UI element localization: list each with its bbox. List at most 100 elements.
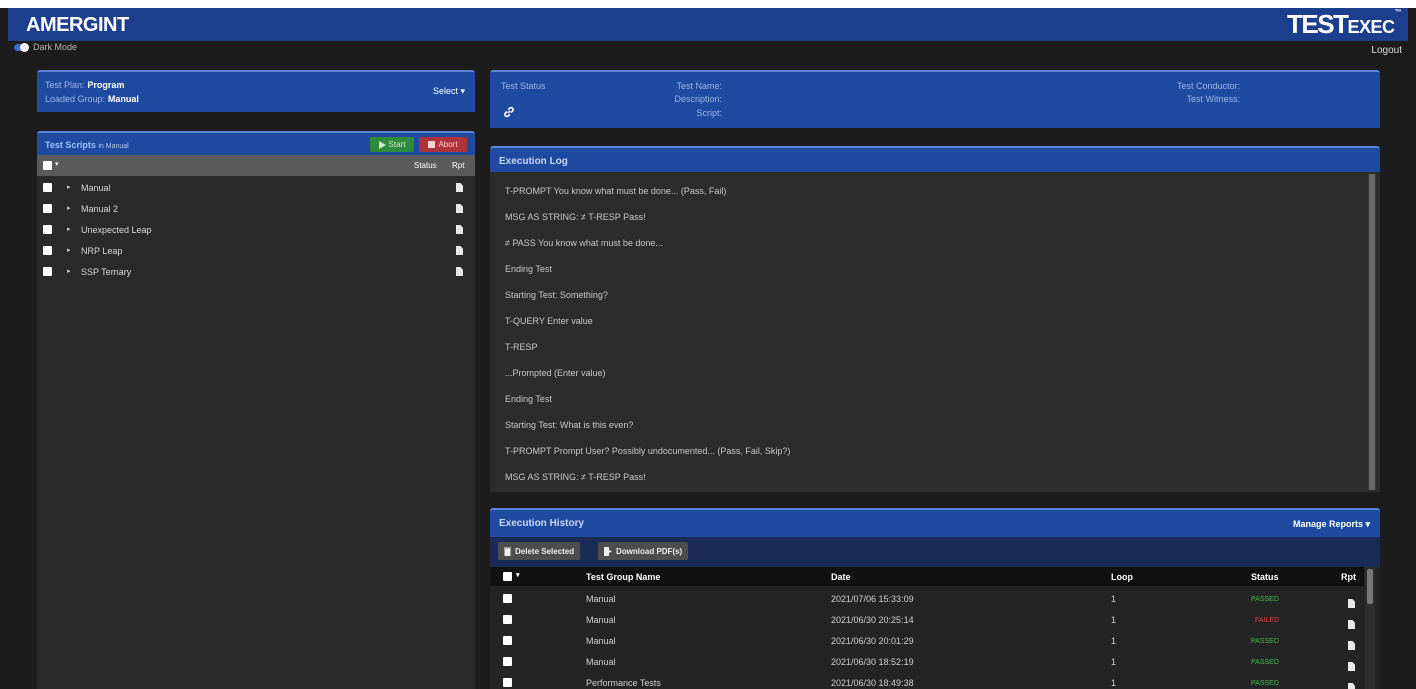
row-checkbox[interactable]: [503, 678, 512, 687]
row-checkbox[interactable]: [503, 615, 512, 624]
document-shape: [456, 225, 463, 234]
document-icon[interactable]: [456, 267, 463, 279]
caret-right-icon[interactable]: ▸: [67, 267, 71, 275]
script-checkbox[interactable]: [43, 204, 52, 213]
delete-selected-button[interactable]: Delete Selected: [498, 542, 581, 560]
history-scrollbar[interactable]: [1365, 567, 1375, 689]
document-shape: [1348, 683, 1355, 689]
rpt-column-header: Rpt: [452, 161, 465, 170]
document-shape: [1348, 641, 1355, 650]
test-witness-label: Test Witness:: [1186, 94, 1240, 104]
test-scripts-subtitle: in Manual: [98, 143, 129, 150]
log-line: T-PROMPT Prompt User? Possibly undocumen…: [505, 446, 791, 456]
testexec-logo: TESTEXEC™: [1287, 9, 1401, 40]
document-icon[interactable]: [456, 225, 463, 237]
test-scripts-header: Test Scripts in Manual Start Abort: [37, 131, 475, 155]
abort-label: Abort: [438, 140, 458, 149]
script-checkbox[interactable]: [43, 225, 52, 234]
log-line: Ending Test: [505, 264, 552, 274]
trash-icon: [504, 547, 511, 556]
test-status-title: Test Status: [501, 81, 546, 91]
start-label: Start: [388, 140, 406, 149]
row-checkbox[interactable]: [503, 594, 512, 603]
log-scrollbar-thumb[interactable]: [1369, 174, 1375, 490]
date-cell: 2021/06/30 18:49:38: [831, 678, 914, 688]
script-row[interactable]: ▸ SSP Ternary: [37, 262, 475, 283]
execution-history-header: Execution History Manage Reports ▾: [490, 508, 1380, 537]
group-cell: Manual: [586, 615, 616, 625]
table-row[interactable]: Manual 2021/06/30 20:01:29 1 PASSED: [490, 631, 1364, 652]
abort-button[interactable]: Abort: [419, 137, 467, 152]
log-line: MSG AS STRING: ≠ T-RESP Pass!: [505, 212, 646, 222]
document-shape: [1348, 620, 1355, 629]
group-cell: Manual: [586, 657, 616, 667]
caret-right-icon[interactable]: ▸: [67, 204, 71, 212]
loop-column-header: Loop: [1111, 572, 1133, 582]
script-name: SSP Ternary: [81, 267, 132, 277]
row-checkbox[interactable]: [503, 657, 512, 666]
select-all-history-checkbox[interactable]: [503, 572, 512, 581]
test-scripts-title-text: Test Scripts: [45, 140, 96, 150]
test-plan-panel: Test Plan: Program Loaded Group: Manual …: [37, 70, 475, 112]
log-line: Ending Test: [505, 394, 552, 404]
history-toolbar: Delete Selected Download PDF(s): [490, 537, 1380, 567]
execution-log-title: Execution Log: [499, 156, 568, 167]
log-line: T-RESP: [505, 342, 538, 352]
caret-right-icon[interactable]: ▸: [67, 225, 71, 233]
date-column-header: Date: [831, 572, 851, 582]
log-line: ≠ PASS You know what must be done...: [505, 238, 663, 248]
testexec-logo-exec: EXEC: [1347, 17, 1395, 37]
script-row[interactable]: ▸ Manual 2: [37, 199, 475, 220]
script-row[interactable]: ▸ Manual: [37, 178, 475, 199]
manage-reports-dropdown[interactable]: Manage Reports ▾: [1293, 519, 1370, 530]
test-scripts-title: Test Scripts in Manual: [45, 140, 129, 150]
date-cell: 2021/06/30 18:52:19: [831, 657, 914, 667]
download-pdf-button[interactable]: Download PDF(s): [598, 542, 689, 560]
script-name: Manual 2: [81, 204, 119, 214]
caret-down-icon[interactable]: ▾: [516, 571, 520, 579]
select-all-checkbox[interactable]: [43, 161, 52, 170]
amergint-logo: AMERGINT: [26, 14, 129, 36]
test-name-label: Test Name:: [676, 81, 722, 91]
log-line: T-QUERY Enter value: [505, 316, 593, 326]
table-row[interactable]: Performance Tests 2021/06/30 18:49:38 1 …: [490, 673, 1364, 689]
table-row[interactable]: Manual 2021/07/06 15:33:09 1 PASSED: [490, 589, 1364, 610]
document-shape: [1348, 662, 1355, 671]
script-row[interactable]: ▸ NRP Leap: [37, 241, 475, 262]
dark-mode-toggle[interactable]: Dark Mode: [14, 42, 77, 52]
date-cell: 2021/06/30 20:25:14: [831, 615, 914, 625]
execution-history-table: ▾ Test Group Name Date Loop Status Rpt M…: [490, 567, 1380, 689]
table-row[interactable]: Manual 2021/06/30 20:25:14 1 FAILED: [490, 610, 1364, 631]
table-row[interactable]: Manual 2021/06/30 18:52:19 1 PASSED: [490, 652, 1364, 673]
script-checkbox[interactable]: [43, 246, 52, 255]
dark-mode-label: Dark Mode: [33, 42, 78, 52]
loop-cell: 1: [1111, 678, 1117, 688]
script-checkbox[interactable]: [43, 267, 52, 276]
script-checkbox[interactable]: [43, 183, 52, 192]
link-icon[interactable]: [502, 105, 516, 122]
start-button[interactable]: Start: [370, 137, 414, 152]
script-name: NRP Leap: [81, 246, 123, 256]
execution-log-header: Execution Log: [490, 146, 1380, 172]
date-cell: 2021/06/30 20:01:29: [831, 636, 914, 646]
log-scrollbar[interactable]: [1368, 174, 1376, 490]
history-scrollbar-thumb[interactable]: [1367, 569, 1373, 604]
document-icon[interactable]: [456, 204, 463, 216]
loop-cell: 1: [1111, 594, 1117, 604]
caret-right-icon[interactable]: ▸: [67, 246, 71, 254]
caret-right-icon[interactable]: ▸: [67, 183, 71, 191]
document-icon[interactable]: [456, 246, 463, 258]
row-checkbox[interactable]: [503, 636, 512, 645]
caret-down-icon[interactable]: ▾: [55, 160, 59, 168]
group-cell: Manual: [586, 594, 616, 604]
document-icon[interactable]: [456, 183, 463, 195]
logout-link[interactable]: Logout: [1371, 45, 1402, 56]
script-label: Script:: [696, 108, 722, 118]
test-plan-value: Program: [87, 80, 125, 90]
log-line: Starting Test: What is this even?: [505, 420, 634, 430]
toggle-switch[interactable]: [14, 42, 29, 52]
script-row[interactable]: ▸ Unexpected Leap: [37, 220, 475, 241]
select-dropdown[interactable]: Select ▾: [433, 86, 465, 97]
status-cell: PASSED: [1251, 638, 1279, 645]
header-bar: AMERGINT TESTEXEC™: [8, 8, 1408, 41]
